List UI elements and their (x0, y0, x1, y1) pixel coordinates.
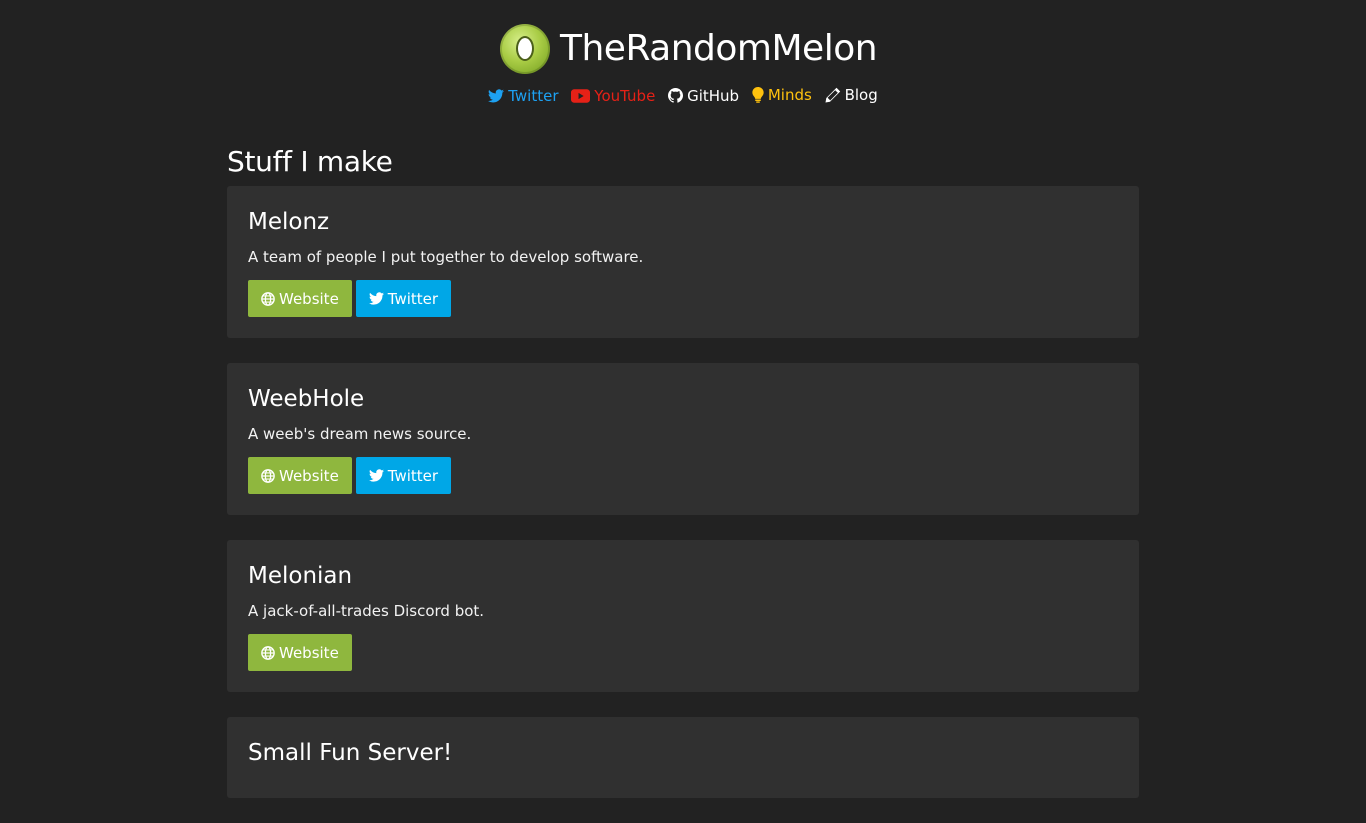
social-link-twitter[interactable]: Twitter (488, 85, 559, 107)
github-icon (668, 88, 684, 103)
twitter-button[interactable]: Twitter (355, 457, 452, 494)
twitter-icon (368, 292, 384, 305)
project-description: A weeb's dream news source. (248, 425, 472, 443)
website-button-label: Website (279, 643, 339, 662)
social-link-youtube[interactable]: YouTube (571, 85, 655, 107)
globe-icon (261, 291, 275, 306)
project-card-small-fun-server: Small Fun Server! (227, 717, 1139, 798)
globe-icon (261, 468, 275, 483)
social-link-blog[interactable]: Blog (825, 84, 878, 106)
section-title: Stuff I make (227, 145, 393, 178)
melon-logo-icon[interactable] (500, 24, 550, 74)
social-label-youtube: YouTube (594, 87, 656, 105)
social-label-blog: Blog (844, 86, 878, 104)
project-buttons: Website (248, 634, 1118, 671)
project-description: A jack-of-all-trades Discord bot. (248, 602, 485, 620)
site-title[interactable]: TheRandomMelon (560, 24, 878, 74)
project-title: WeebHole (248, 386, 365, 412)
project-buttons: Website Twitter (248, 280, 1118, 317)
project-card-weebhole: WeebHole A weeb's dream news source. Web… (227, 363, 1139, 515)
project-title: Melonz (248, 209, 330, 235)
brand[interactable]: TheRandomMelon (500, 24, 878, 74)
twitter-icon (488, 89, 505, 103)
twitter-button-label: Twitter (387, 289, 439, 308)
twitter-button-label: Twitter (387, 466, 439, 485)
pencil-icon (825, 87, 840, 103)
globe-icon (261, 645, 275, 660)
website-button[interactable]: Website (248, 280, 352, 317)
website-button[interactable]: Website (248, 457, 352, 494)
twitter-button[interactable]: Twitter (355, 280, 452, 317)
project-buttons: Website Twitter (248, 457, 1118, 494)
social-label-twitter: Twitter (508, 87, 559, 105)
main-content: Stuff I make Melonz A team of people I p… (227, 140, 1139, 823)
project-title: Small Fun Server! (248, 740, 453, 766)
website-button-label: Website (279, 466, 339, 485)
project-card-melonz: Melonz A team of people I put together t… (227, 186, 1139, 338)
project-title: Melonian (248, 563, 353, 589)
social-links: Twitter YouTube GitHub Minds Blog (0, 84, 1366, 109)
twitter-icon (368, 469, 384, 482)
website-button-label: Website (279, 289, 339, 308)
social-label-github: GitHub (687, 86, 740, 105)
lightbulb-icon (752, 87, 764, 103)
youtube-icon (571, 89, 591, 103)
social-link-minds[interactable]: Minds (752, 84, 812, 106)
social-link-github[interactable]: GitHub (668, 85, 739, 107)
website-button[interactable]: Website (248, 634, 352, 671)
project-card-melonian: Melonian A jack-of-all-trades Discord bo… (227, 540, 1139, 692)
site-header: TheRandomMelon Twitter YouTube GitHub Mi… (0, 0, 1366, 120)
project-description: A team of people I put together to devel… (248, 248, 644, 266)
social-label-minds: Minds (767, 86, 812, 104)
